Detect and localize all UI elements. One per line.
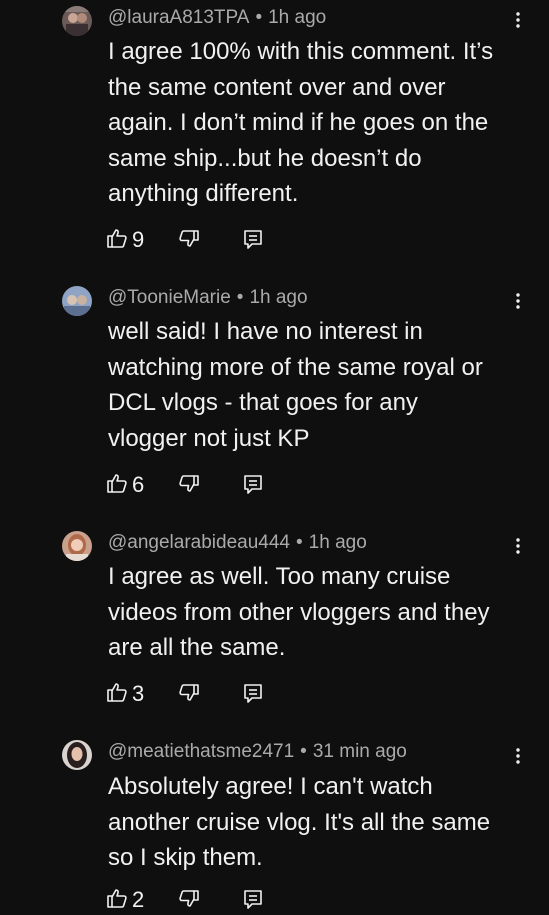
reply-button[interactable] — [242, 228, 264, 252]
comment-text: well said! I have no interest in watchin… — [108, 314, 528, 456]
comment-text-line: I agree 100% with this comment. It’s — [108, 38, 494, 65]
comment-text-line: are all the same. — [108, 634, 286, 661]
comment-text-line: same ship...but he doesn’t do — [108, 144, 422, 172]
reply-button[interactable] — [242, 473, 264, 497]
thumb-down-icon — [178, 475, 200, 499]
comment-time: 1h ago — [268, 7, 327, 28]
comment-meta: @ToonieMarie • 1h ago — [108, 286, 308, 310]
like-count: 9 — [132, 227, 145, 252]
dislike-button[interactable] — [178, 888, 200, 912]
reply-icon — [242, 684, 264, 708]
thumb-down-icon — [178, 684, 200, 708]
comment-text-line: again. I don’t mind if he goes on the — [108, 109, 489, 136]
comment-text: Absolutely agree! I can't watch another … — [108, 769, 528, 876]
comment-text-line: I agree as well. Too many cruise — [108, 563, 451, 590]
comment-actions: 2 — [106, 886, 276, 914]
avatar[interactable] — [62, 286, 92, 316]
comment-text-line: Absolutely agree! I can't watch — [108, 773, 433, 800]
avatar[interactable] — [62, 531, 92, 561]
meta-separator: • — [300, 741, 307, 762]
like-count: 3 — [132, 681, 145, 706]
thumb-up-icon — [106, 681, 128, 708]
comment-text: I agree 100% with this comment. It’s the… — [108, 34, 528, 212]
avatar[interactable] — [62, 740, 92, 770]
comment-actions: 3 — [106, 680, 276, 708]
author-name[interactable]: @lauraA813TPA — [108, 7, 249, 28]
comment-text-line: vlogger not just KP — [108, 424, 310, 452]
avatar[interactable] — [62, 6, 92, 36]
comment-text-line: well said! I have no interest in — [108, 318, 423, 345]
meta-separator: • — [296, 532, 303, 553]
comment-time: 1h ago — [249, 287, 308, 308]
comment-time: 31 min ago — [312, 741, 407, 762]
dislike-button[interactable] — [178, 473, 200, 497]
like-button[interactable]: 9 — [106, 228, 144, 252]
comment-actions: 6 — [106, 471, 276, 499]
like-button[interactable]: 6 — [106, 473, 144, 497]
comment-text-line: so I skip them. — [108, 844, 263, 871]
meta-separator: • — [255, 7, 263, 28]
reply-icon — [242, 230, 264, 254]
comment-text: I agree as well. Too many cruise videos … — [108, 559, 528, 666]
like-button[interactable]: 2 — [106, 888, 144, 912]
comment-text-line: DCL vlogs - that goes for any — [108, 389, 418, 416]
comment-meta: @angelarabideau444 • 1h ago — [108, 531, 367, 555]
comment-actions: 9 — [106, 226, 276, 254]
like-count: 2 — [132, 887, 145, 912]
dislike-button[interactable] — [178, 228, 200, 252]
thumb-down-icon — [178, 230, 200, 254]
more-vertical-icon[interactable] — [508, 8, 528, 32]
reply-button[interactable] — [242, 682, 264, 706]
comment-text-line: the same content over and over — [108, 73, 446, 101]
comment-text-line: another cruise vlog. It's all the same — [108, 808, 491, 836]
meta-separator: • — [236, 287, 244, 308]
like-button[interactable]: 3 — [106, 682, 144, 706]
comment-text-line: watching more of the same royal or — [108, 353, 483, 381]
comment-text-line: videos from other vloggers and they — [108, 598, 490, 626]
dislike-button[interactable] — [178, 682, 200, 706]
comment-meta: @meatiethatsme2471 • 31 min ago — [108, 740, 407, 764]
comment-text-line: anything different. — [108, 180, 299, 207]
reply-button[interactable] — [242, 888, 264, 912]
author-name[interactable]: @angelarabideau444 — [108, 532, 290, 553]
reply-icon — [242, 475, 264, 499]
thumb-up-icon — [106, 887, 128, 914]
more-vertical-icon[interactable] — [508, 744, 528, 768]
thumb-up-icon — [106, 472, 128, 499]
comment-time: 1h ago — [308, 532, 367, 553]
like-count: 6 — [132, 472, 145, 497]
thumb-up-icon — [106, 227, 128, 254]
more-vertical-icon[interactable] — [508, 289, 528, 313]
author-name[interactable]: @meatiethatsme2471 — [108, 741, 294, 762]
comment-meta: @lauraA813TPA • 1h ago — [108, 6, 326, 30]
more-vertical-icon[interactable] — [508, 534, 528, 558]
author-name[interactable]: @ToonieMarie — [108, 287, 231, 308]
